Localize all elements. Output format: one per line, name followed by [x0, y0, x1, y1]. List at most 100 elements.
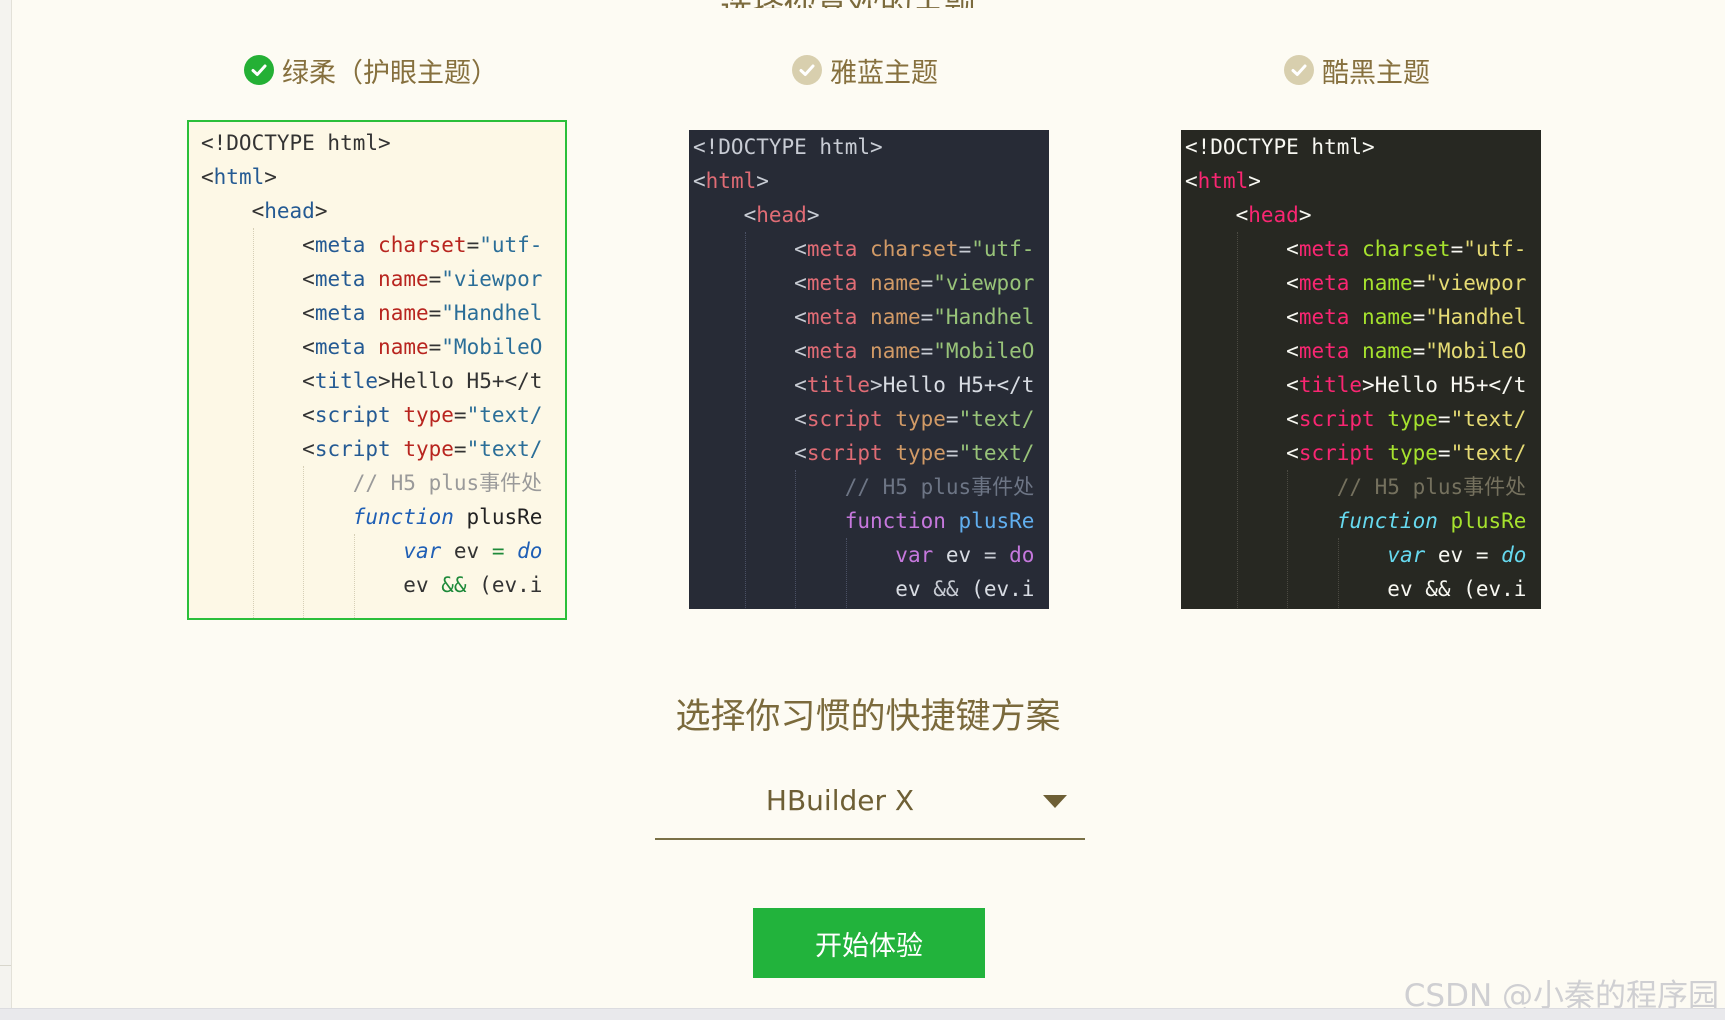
- code-token: script: [1298, 441, 1375, 465]
- code-token: <: [794, 305, 807, 329]
- code-line: // H5 plus事件处: [201, 466, 565, 500]
- code-token: =: [1412, 339, 1426, 363]
- code-token: =: [466, 233, 480, 257]
- theme-option-black[interactable]: 酷黑主题: [1284, 50, 1430, 90]
- code-token: >: [1362, 373, 1375, 397]
- code-token: meta: [806, 237, 858, 261]
- code-token: =: [958, 237, 972, 261]
- code-token: head: [264, 199, 315, 223]
- code-token: "text/: [1450, 407, 1527, 431]
- code-token: =: [453, 437, 467, 461]
- theme-preview-blue[interactable]: <!DOCTYPE html> <html> <head> <meta chars…: [689, 130, 1049, 609]
- code-line: <meta name="viewpor: [1185, 266, 1541, 300]
- code-token: "Handhel: [1425, 305, 1527, 329]
- code-token: =: [453, 403, 467, 427]
- code-token: "viewpor: [441, 267, 543, 291]
- code-line: <title>Hello H5+</t: [693, 368, 1049, 402]
- code-token: <: [794, 407, 807, 431]
- theme-preview-black[interactable]: <!DOCTYPE html> <html> <head> <meta chars…: [1181, 130, 1541, 609]
- code-token: Hello H5+</t: [882, 373, 1035, 397]
- theme-preview-green[interactable]: <!DOCTYPE html> <html> <head> <meta chars…: [187, 120, 567, 620]
- code-token: meta: [1298, 339, 1350, 363]
- code-token: &&: [1425, 577, 1451, 601]
- theme-label: 酷黑主题: [1322, 57, 1430, 89]
- code-token: meta: [314, 267, 366, 291]
- code-token: >: [870, 373, 883, 397]
- code-token: =: [983, 543, 997, 567]
- code-line: <meta name="viewpor: [693, 266, 1049, 300]
- code-token: >: [806, 203, 820, 227]
- code-token: plusRe: [466, 505, 543, 529]
- indent-guide: [252, 228, 254, 618]
- code-token: =: [920, 305, 934, 329]
- start-button[interactable]: 开始体验: [753, 908, 985, 978]
- code-token: <: [693, 169, 706, 193]
- code-line: <!DOCTYPE html>: [201, 126, 565, 160]
- code-token: // H5 plus事件处: [1336, 475, 1527, 499]
- code-token: html: [213, 165, 265, 189]
- theme-option-green[interactable]: 绿柔（护眼主题）: [244, 50, 498, 90]
- code-token: =: [1437, 407, 1451, 431]
- code-token: "viewpor: [933, 271, 1035, 295]
- theme-option-blue[interactable]: 雅蓝主题: [792, 50, 938, 90]
- code-token: <: [1286, 339, 1299, 363]
- code-line: function plusRe: [201, 500, 565, 534]
- code-token: type: [1387, 407, 1438, 431]
- theme-label: 雅蓝主题: [830, 57, 938, 89]
- indent-guide: [1287, 470, 1289, 609]
- code-line: <script type="text/: [201, 398, 565, 432]
- code-token: <: [251, 199, 265, 223]
- code-line: function plusRe: [1185, 504, 1541, 538]
- code-token: name: [870, 339, 921, 363]
- code-preview: <!DOCTYPE html> <html> <head> <meta chars…: [693, 130, 1049, 609]
- code-token: // H5 plus事件处: [352, 471, 543, 495]
- code-token: Hello H5+</t: [1374, 373, 1527, 397]
- code-line: <meta name="MobileO: [201, 330, 565, 364]
- check-circle-icon: [1284, 55, 1314, 85]
- code-token: // H5 plus事件处: [844, 475, 1035, 499]
- code-token: =: [920, 339, 934, 363]
- indent-guide: [1236, 232, 1238, 609]
- code-token: title: [314, 369, 379, 393]
- code-token: title: [1298, 373, 1363, 397]
- code-token: var: [1387, 543, 1426, 567]
- code-token: >: [314, 199, 328, 223]
- code-token: <: [1286, 271, 1299, 295]
- code-token: &&: [933, 577, 959, 601]
- code-line: <meta name="MobileO: [1185, 334, 1541, 368]
- code-token: =: [428, 335, 442, 359]
- code-token: charset: [870, 237, 959, 261]
- code-token: =: [1450, 237, 1464, 261]
- indent-guide: [744, 232, 746, 609]
- code-token: name: [378, 267, 429, 291]
- code-token: name: [1362, 305, 1413, 329]
- code-line: <script type="text/: [693, 402, 1049, 436]
- code-line: <html>: [1185, 164, 1541, 198]
- code-token: ev: [933, 543, 984, 567]
- code-line: <head>: [1185, 198, 1541, 232]
- code-token: <!DOCTYPE html>: [201, 131, 391, 155]
- code-token: "Handhel: [441, 301, 543, 325]
- shortcut-scheme-select[interactable]: HBuilder X: [655, 770, 1085, 840]
- theme-label: 绿柔（护眼主题）: [282, 57, 498, 89]
- code-token: function: [352, 505, 454, 529]
- code-token: "text/: [1450, 441, 1527, 465]
- code-line: var ev = do: [693, 538, 1049, 572]
- code-token: >: [378, 369, 391, 393]
- code-token: (ev.i: [1450, 577, 1527, 601]
- code-token: (ev.i: [958, 577, 1035, 601]
